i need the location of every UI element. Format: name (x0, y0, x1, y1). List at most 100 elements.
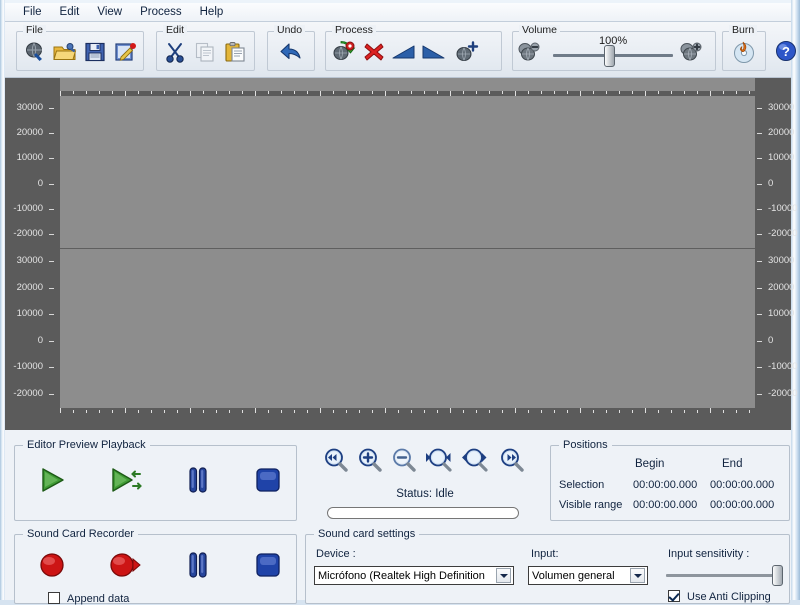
process-button[interactable] (329, 37, 359, 67)
waveform-channel-2[interactable] (60, 249, 755, 408)
waveform-axis-right: 30000 20000 10000 0 -10000 -20000 30000 20000 10… (755, 91, 798, 430)
fade-out-button[interactable] (419, 37, 449, 67)
zoom-rewind-icon (324, 448, 350, 475)
waveform-ticks-top (60, 91, 755, 96)
zoom-out-button[interactable] (391, 448, 419, 474)
zoom-fit-button[interactable] (461, 448, 489, 474)
zoom-in-button[interactable] (357, 448, 385, 474)
toolbar-group-edit: Edit (156, 25, 255, 71)
help-button[interactable]: ? (771, 36, 800, 66)
anti-clipping-checkbox[interactable] (668, 590, 680, 602)
waveform-ticks-bottom (60, 408, 755, 413)
waveform-timeline-bar[interactable] (60, 78, 755, 91)
menu-file[interactable]: File (14, 4, 51, 21)
waveform-axis-right-tick: 30000 (768, 102, 795, 113)
waveform-axis-tick-mark (49, 208, 54, 210)
play-loop-button[interactable] (105, 464, 145, 498)
input-combobox-value: Volumen general (532, 569, 615, 582)
waveform-axis-left-tick: 0 (37, 334, 43, 346)
waveform-axis-tick-mark (49, 287, 54, 289)
zoom-full-in-button[interactable] (499, 448, 527, 474)
copy-button[interactable] (190, 37, 220, 67)
input-sensitivity-slider-track[interactable] (666, 574, 781, 577)
burn-button[interactable] (729, 37, 759, 67)
waveform-axis-tick-mark (757, 183, 762, 185)
save-as-button[interactable] (110, 37, 140, 67)
waveform-axis-left: 30000 20000 10000 0 -10000 -20000 30000 20000 10… (5, 91, 60, 430)
window-scrollbar-right[interactable] (791, 0, 800, 600)
waveform-axis-tick-mark (49, 133, 54, 135)
delete-button[interactable] (359, 37, 389, 67)
input-combobox[interactable]: Volumen general (528, 566, 648, 585)
menu-view[interactable]: View (88, 4, 131, 21)
waveform-axis-left-tick: -10000 (13, 202, 43, 214)
waveform-axis-tick-mark (49, 394, 54, 395)
waveform-axis-tick-mark (757, 261, 762, 262)
chevron-down-icon[interactable] (496, 568, 511, 583)
record-button[interactable] (32, 549, 72, 583)
waveform-axis-tick-mark (757, 208, 762, 210)
undo-button[interactable] (276, 37, 306, 67)
paste-clipboard-icon (224, 41, 246, 63)
device-combobox[interactable]: Micrófono (Realtek High Definition (314, 566, 514, 585)
menu-bar: File Edit View Process Help (5, 3, 791, 22)
volume-up-button[interactable] (677, 37, 707, 67)
waveform-axis-tick-mark (757, 133, 762, 135)
svg-text:?: ? (782, 44, 790, 59)
waveform-axis-right-tick: 0 (768, 177, 774, 189)
record-pause-button[interactable] (178, 549, 218, 583)
pause-icon (185, 550, 211, 583)
sound-card-settings-label: Sound card settings (314, 528, 420, 540)
new-button[interactable] (20, 37, 50, 67)
fade-out-icon (421, 42, 447, 62)
input-sensitivity-slider-thumb[interactable] (772, 565, 783, 586)
menu-help[interactable]: Help (191, 4, 233, 21)
amplify-button[interactable] (452, 37, 482, 67)
waveform-axis-right-tick: 10000 (768, 152, 795, 164)
toolbar-group-undo-label: Undo (274, 25, 306, 36)
help-icon: ? (775, 40, 797, 62)
positions-row-selection-end: 00:00:00.000 (710, 479, 775, 491)
waveform-channel-1[interactable] (60, 96, 755, 248)
pause-button[interactable] (178, 464, 218, 498)
play-icon (36, 465, 68, 498)
fade-in-button[interactable] (389, 37, 419, 67)
waveform-axis-right-tick: 10000 (768, 308, 795, 320)
play-button[interactable] (32, 464, 72, 498)
stop-button[interactable] (248, 464, 288, 498)
waveform-axis-tick-mark (49, 158, 54, 160)
zoom-selection-button[interactable] (425, 448, 453, 474)
menu-process[interactable]: Process (131, 4, 191, 21)
cut-button[interactable] (160, 37, 190, 67)
append-data-checkbox[interactable] (48, 592, 60, 604)
menu-edit[interactable]: Edit (51, 4, 89, 21)
waveform-axis-left-tick: 0 (37, 177, 43, 189)
chevron-down-icon[interactable] (630, 568, 645, 583)
toolbar-group-volume: Volume 100% (512, 25, 716, 71)
record-play-icon (108, 550, 142, 583)
stop-icon (253, 550, 283, 583)
volume-slider-thumb[interactable] (604, 45, 615, 67)
waveform-axis-right-tick: -20000 (768, 228, 798, 239)
waveform-axis-left-tick: 30000 (16, 255, 43, 266)
waveform-display[interactable]: 30000 20000 10000 0 -10000 -20000 30000 20000 10… (5, 78, 798, 430)
toolbar-group-volume-label: Volume (519, 25, 561, 36)
waveform-axis-right-tick: -10000 (768, 361, 798, 373)
waveform-axis-tick-mark (49, 108, 54, 109)
open-button[interactable] (50, 37, 80, 67)
device-combobox-value: Micrófono (Realtek High Definition (318, 569, 485, 582)
undo-arrow-icon (279, 41, 303, 63)
positions-row-selection-begin: 00:00:00.000 (633, 479, 698, 491)
paste-button[interactable] (220, 37, 250, 67)
positions-row-selection-label: Selection (559, 479, 605, 491)
cut-scissors-icon (164, 41, 186, 63)
positions-panel: Positions Begin End Selection 00:00:00.0… (550, 439, 790, 521)
volume-down-button[interactable] (515, 37, 545, 67)
save-button[interactable] (80, 37, 110, 67)
zoom-full-out-button[interactable] (323, 448, 351, 474)
record-stop-button[interactable] (248, 549, 288, 583)
waveform-axis-tick-mark (49, 367, 54, 369)
record-play-button[interactable] (105, 549, 145, 583)
waveform-axis-tick-mark (757, 158, 762, 160)
waveform-axis-tick-mark (49, 340, 54, 342)
